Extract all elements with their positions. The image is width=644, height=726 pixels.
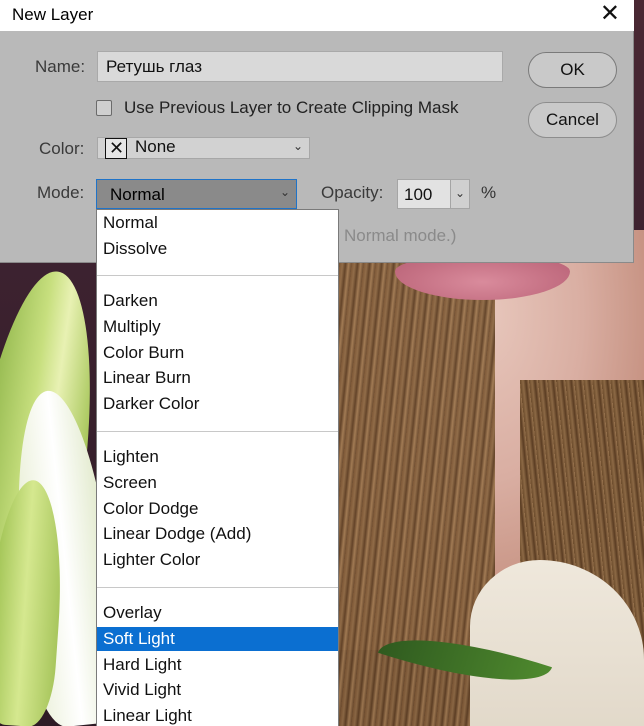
- ok-button[interactable]: OK: [528, 52, 617, 88]
- clipping-mask-label[interactable]: Use Previous Layer to Create Clipping Ma…: [124, 98, 458, 118]
- blend-mode-option[interactable]: Linear Dodge (Add): [97, 522, 338, 546]
- blend-mode-option[interactable]: Vivid Light: [97, 678, 338, 702]
- blend-mode-option[interactable]: Darker Color: [97, 392, 338, 416]
- blend-mode-list[interactable]: Normal Dissolve Darken Multiply Color Burn Li…: [96, 209, 339, 726]
- blend-mode-option[interactable]: Linear Burn: [97, 366, 338, 390]
- blend-mode-option[interactable]: Darken: [97, 289, 338, 313]
- mode-label: Mode:: [37, 183, 85, 202]
- mode-select[interactable]: Normal ⌄: [96, 179, 297, 209]
- blend-mode-option[interactable]: Color Dodge: [97, 497, 338, 521]
- opacity-unit: %: [481, 183, 497, 202]
- clipping-mask-checkbox[interactable]: [96, 100, 112, 116]
- blend-mode-option[interactable]: Lighter Color: [97, 548, 338, 572]
- blend-mode-option[interactable]: Dissolve: [97, 237, 338, 261]
- menu-separator: [97, 275, 338, 276]
- blend-mode-option[interactable]: Soft Light: [97, 626, 338, 651]
- cancel-button[interactable]: Cancel: [528, 102, 617, 138]
- blend-mode-option[interactable]: Linear Light: [97, 704, 338, 726]
- dialog-title: New Layer: [12, 5, 94, 24]
- chevron-down-icon: ⌄: [279, 185, 290, 199]
- blend-mode-option[interactable]: Multiply: [97, 315, 338, 339]
- blend-mode-option[interactable]: Hard Light: [97, 653, 338, 677]
- blend-mode-option[interactable]: Normal: [97, 211, 338, 235]
- menu-separator: [97, 431, 338, 432]
- color-label: Color:: [39, 139, 85, 158]
- layer-name-input[interactable]: Ретушь глаз: [97, 51, 503, 82]
- close-icon[interactable]: ✕: [600, 2, 620, 26]
- blend-mode-option[interactable]: Overlay: [97, 601, 338, 625]
- none-swatch-icon: ✕: [105, 138, 127, 159]
- menu-separator: [97, 587, 338, 588]
- name-label: Name:: [35, 57, 86, 76]
- color-value: None: [135, 137, 176, 156]
- color-select[interactable]: ✕ None ⌄: [97, 137, 310, 159]
- blend-mode-option[interactable]: Screen: [97, 471, 338, 495]
- title-bar: New Layer ✕: [0, 0, 634, 31]
- opacity-input[interactable]: 100: [397, 179, 451, 209]
- mode-value: Normal: [110, 185, 165, 204]
- opacity-stepper[interactable]: ⌄: [450, 179, 470, 209]
- chevron-down-icon: ⌄: [292, 139, 303, 153]
- chevron-down-icon: ⌄: [454, 186, 465, 200]
- blend-mode-option[interactable]: Color Burn: [97, 341, 338, 365]
- mode-hint-text: Normal mode.): [344, 226, 457, 245]
- opacity-label: Opacity:: [321, 183, 384, 202]
- blend-mode-option[interactable]: Lighten: [97, 445, 338, 469]
